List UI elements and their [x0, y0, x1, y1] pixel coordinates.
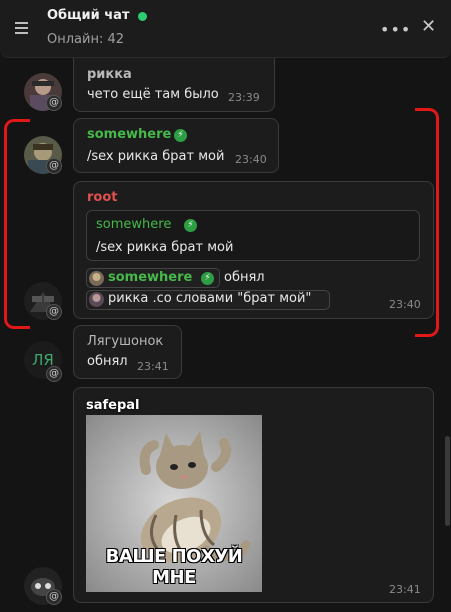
action-text: обнял — [224, 270, 265, 285]
message-time: 23:41 — [137, 360, 169, 373]
meme-image[interactable]: ВАШЕ ПОХУЙ МНЕ — [86, 415, 262, 592]
chat-title: Общий чат — [47, 8, 130, 23]
chat-header: Общий чат Онлайн: 42 ••• ✕ — [0, 0, 451, 58]
action-user[interactable]: somewhere — [108, 270, 192, 285]
mini-avatar — [89, 292, 104, 307]
message-text: обнял — [87, 354, 128, 369]
scrollbar-thumb[interactable] — [445, 436, 450, 526]
message-sender[interactable]: рикка — [87, 67, 132, 82]
verified-icon: ⚡ — [174, 129, 187, 142]
annotation-bracket-left — [4, 119, 30, 329]
close-button[interactable]: ✕ — [421, 16, 436, 37]
message-time: 23:41 — [389, 583, 421, 596]
mention-badge[interactable]: @ — [46, 95, 62, 111]
message-sender[interactable]: Лягушонок — [87, 334, 163, 349]
more-options-button[interactable]: ••• — [380, 20, 411, 39]
mention-badge[interactable]: @ — [46, 304, 62, 320]
message-text: чето ещё там было — [87, 87, 219, 102]
mention-badge[interactable]: @ — [46, 366, 62, 382]
message-text: /sex рикка брат мой — [87, 149, 225, 164]
quoted-sender[interactable]: somewhere — [96, 217, 171, 232]
online-status-icon — [138, 12, 147, 21]
mention-badge[interactable]: @ — [46, 158, 62, 174]
meme-caption: ВАШЕ ПОХУЙ МНЕ — [105, 546, 243, 588]
online-count: Онлайн: 42 — [47, 32, 125, 47]
menu-icon[interactable] — [15, 22, 28, 34]
message-sender[interactable]: safepal — [86, 398, 140, 413]
message-time: 23:40 — [235, 153, 267, 166]
message-sender[interactable]: root — [87, 190, 118, 205]
mini-avatar — [89, 271, 104, 286]
mention-badge[interactable]: @ — [46, 589, 62, 605]
verified-icon: ⚡ — [184, 219, 197, 232]
action-quote-text: рикка .co словами "брат мой" — [108, 291, 312, 306]
annotation-bracket-right — [415, 108, 439, 337]
verified-icon: ⚡ — [201, 272, 214, 285]
quoted-text: /sex рикка брат мой — [96, 240, 234, 255]
message-sender[interactable]: somewhere — [87, 127, 171, 142]
message-time: 23:39 — [228, 91, 260, 104]
